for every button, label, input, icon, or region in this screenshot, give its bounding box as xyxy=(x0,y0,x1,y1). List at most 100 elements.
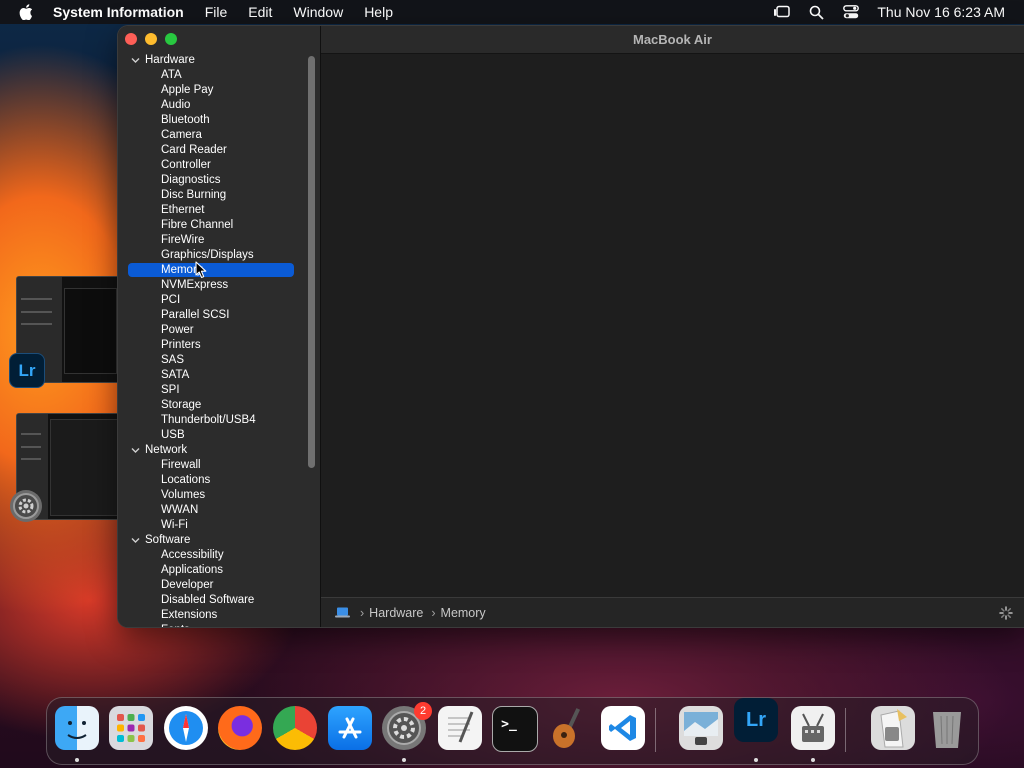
stage-system-settings-app-icon[interactable] xyxy=(10,490,42,522)
sidebar-category-software[interactable]: Software xyxy=(118,533,314,548)
menu-bar-clock[interactable]: Thu Nov 16 6:23 AM xyxy=(877,4,1005,20)
sidebar-item-sata[interactable]: SATA xyxy=(118,368,314,383)
stage-manager-icon[interactable] xyxy=(772,4,790,20)
lightroom-badge-label: Lr xyxy=(18,360,36,380)
sidebar-label: Storage xyxy=(161,399,202,411)
sidebar-item-volumes[interactable]: Volumes xyxy=(118,488,314,503)
hardware-tree: Hardware ATA Apple Pay Audio Bluetooth Camera… xyxy=(118,53,314,627)
running-indicator xyxy=(402,758,406,762)
sidebar-item-fibre-channel[interactable]: Fibre Channel xyxy=(118,218,314,233)
sidebar-item-extensions[interactable]: Extensions xyxy=(118,608,314,623)
sidebar-item-diagnostics[interactable]: Diagnostics xyxy=(118,173,314,188)
sidebar-label: Disc Burning xyxy=(161,189,227,201)
sidebar-item-disc-burning[interactable]: Disc Burning xyxy=(118,188,314,203)
sidebar-label: Network xyxy=(145,444,188,456)
sidebar-item-printers[interactable]: Printers xyxy=(118,338,314,353)
textedit-icon[interactable] xyxy=(438,706,482,750)
sidebar: Hardware ATA Apple Pay Audio Bluetooth Camera… xyxy=(118,26,321,627)
sidebar-item-developer[interactable]: Developer xyxy=(118,578,314,593)
sidebar-item-firewall[interactable]: Firewall xyxy=(118,458,314,473)
sidebar-item-locations[interactable]: Locations xyxy=(118,473,314,488)
gear-icon xyxy=(13,493,39,519)
app-store-icon[interactable] xyxy=(328,706,372,750)
sidebar-item-thunderbolt-usb4[interactable]: Thunderbolt/USB4 xyxy=(118,413,314,428)
running-indicator xyxy=(754,758,758,762)
sidebar-item-disabled-software[interactable]: Disabled Software xyxy=(118,593,314,608)
sidebar-item-controller[interactable]: Controller xyxy=(118,158,314,173)
minimize-button[interactable] xyxy=(145,33,157,45)
menu-window[interactable]: Window xyxy=(293,4,343,20)
sidebar-item-card-reader[interactable]: Card Reader xyxy=(118,143,314,158)
sidebar-item-spi[interactable]: SPI xyxy=(118,383,314,398)
notification-badge: 2 xyxy=(414,702,432,720)
sidebar-item-audio[interactable]: Audio xyxy=(118,98,314,113)
downloads-stack-icon[interactable] xyxy=(871,706,915,750)
sidebar-item-firewire[interactable]: FireWire xyxy=(118,233,314,248)
path-segment-hardware[interactable]: Hardware xyxy=(369,606,423,620)
sidebar-label: SAS xyxy=(161,354,185,366)
sidebar-label: NVMExpress xyxy=(161,279,229,291)
sidebar-label: Audio xyxy=(161,99,191,111)
sidebar-item-power[interactable]: Power xyxy=(118,323,314,338)
trash-icon[interactable] xyxy=(925,706,969,750)
sidebar-label: Firewall xyxy=(161,459,201,471)
sidebar-scrollbar[interactable] xyxy=(308,56,315,468)
sidebar-item-applications[interactable]: Applications xyxy=(118,563,314,578)
sidebar-item-parallel-scsi[interactable]: Parallel SCSI xyxy=(118,308,314,323)
sidebar-item-ata[interactable]: ATA xyxy=(118,68,314,83)
close-button[interactable] xyxy=(125,33,137,45)
dock-divider xyxy=(655,708,656,752)
menu-file[interactable]: File xyxy=(205,4,228,20)
apple-menu-icon[interactable] xyxy=(19,4,33,20)
terminal-icon[interactable]: >_ xyxy=(492,706,538,752)
sidebar-item-storage[interactable]: Storage xyxy=(118,398,314,413)
sidebar-category-hardware[interactable]: Hardware xyxy=(118,53,314,68)
menu-edit[interactable]: Edit xyxy=(248,4,272,20)
chrome-icon[interactable] xyxy=(273,706,317,750)
sidebar-label: WWAN xyxy=(161,504,199,516)
sidebar-item-sas[interactable]: SAS xyxy=(118,353,314,368)
sidebar-item-ethernet[interactable]: Ethernet xyxy=(118,203,314,218)
path-segment-memory[interactable]: Memory xyxy=(441,606,486,620)
garageband-icon[interactable] xyxy=(546,706,590,750)
running-indicator xyxy=(811,758,815,762)
sidebar-label: FireWire xyxy=(161,234,205,246)
chevron-down-icon[interactable] xyxy=(131,56,140,65)
vscode-icon[interactable] xyxy=(601,706,645,750)
finder-icon[interactable] xyxy=(55,706,99,750)
sidebar-label: Printers xyxy=(161,339,201,351)
sidebar-item-accessibility[interactable]: Accessibility xyxy=(118,548,314,563)
sidebar-label: Locations xyxy=(161,474,211,486)
sidebar-item-usb[interactable]: USB xyxy=(118,428,314,443)
firefox-icon[interactable] xyxy=(218,706,262,750)
system-information-icon[interactable] xyxy=(791,706,835,750)
spotlight-search-icon[interactable] xyxy=(807,4,825,20)
mouse-pointer-icon xyxy=(195,261,207,279)
control-center-icon[interactable] xyxy=(842,4,860,20)
sidebar-item-fonts[interactable]: Fonts xyxy=(118,623,314,627)
sidebar-label: SATA xyxy=(161,369,190,381)
sidebar-item-wwan[interactable]: WWAN xyxy=(118,503,314,518)
sidebar-item-bluetooth[interactable]: Bluetooth xyxy=(118,113,314,128)
zoom-button[interactable] xyxy=(165,33,177,45)
chevron-down-icon[interactable] xyxy=(131,536,140,545)
safari-icon[interactable] xyxy=(164,706,208,750)
preview-icon[interactable] xyxy=(679,706,723,750)
sidebar-item-camera[interactable]: Camera xyxy=(118,128,314,143)
sidebar-item-wi-fi[interactable]: Wi-Fi xyxy=(118,518,314,533)
sidebar-item-apple-pay[interactable]: Apple Pay xyxy=(118,83,314,98)
sidebar-item-memory[interactable]: Memory xyxy=(118,263,314,278)
sidebar-item-graphics-displays[interactable]: Graphics/Displays xyxy=(118,248,314,263)
sidebar-label: Volumes xyxy=(161,489,206,501)
sidebar-item-pci[interactable]: PCI xyxy=(118,293,314,308)
sidebar-label: Ethernet xyxy=(161,204,205,216)
sidebar-item-nvmexpress[interactable]: NVMExpress xyxy=(118,278,314,293)
sidebar-label: Apple Pay xyxy=(161,84,214,96)
launchpad-icon[interactable] xyxy=(109,706,153,750)
chevron-down-icon[interactable] xyxy=(131,446,140,455)
menu-app-name[interactable]: System Information xyxy=(53,4,184,20)
sidebar-category-network[interactable]: Network xyxy=(118,443,314,458)
stage-lightroom-app-icon[interactable]: Lr xyxy=(9,353,45,388)
menu-help[interactable]: Help xyxy=(364,4,393,20)
lightroom-icon[interactable]: Lr xyxy=(734,698,778,742)
